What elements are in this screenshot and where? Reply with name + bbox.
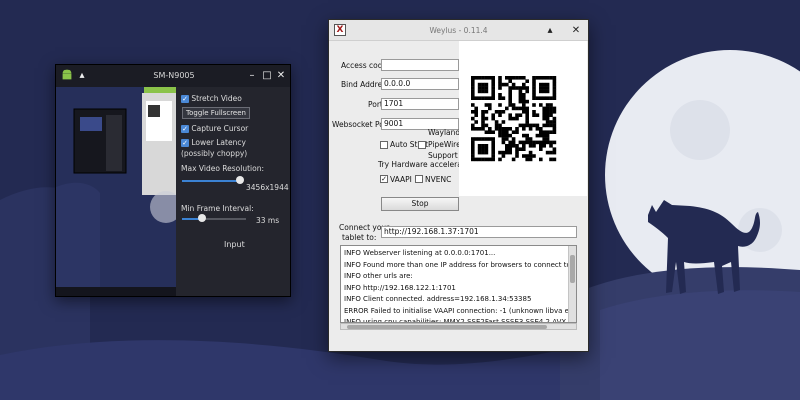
lower-latency-note: (possibly choppy) [181,149,248,158]
checkmark-icon[interactable]: ✓ [181,139,189,147]
stretch-video-option[interactable]: ✓ Stretch Video [181,94,242,103]
toggle-fullscreen-button[interactable]: Toggle Fullscreen [182,107,250,119]
max-resolution-value: 3456x1944 [246,183,289,192]
capture-cursor-option[interactable]: ✓ Capture Cursor [181,124,248,133]
bind-address-field[interactable]: 0.0.0.0 [381,78,459,90]
stop-button[interactable]: Stop [381,197,459,211]
log-line: INFO Client connected. address=192.168.1… [344,295,532,303]
minimize-icon[interactable]: – [246,69,258,82]
min-frame-interval-label: Min Frame Interval: [181,204,254,213]
connect-url-field[interactable]: http://192.168.1.37:1701 [381,226,577,238]
support-label: Support [428,151,458,160]
client-window-titlebar[interactable]: ▴ SM-N9005 – □ ✕ [56,65,290,87]
maximize-icon[interactable]: □ [261,69,273,82]
log-vertical-scrollbar[interactable] [568,246,576,322]
log-line: ERROR Failed to initialise VAAPI connect… [344,306,568,315]
chevron-up-icon[interactable]: ▴ [544,24,556,37]
nvenc-checkbox[interactable] [415,175,423,183]
close-icon[interactable]: ✕ [570,24,582,37]
weylus-titlebar[interactable]: X Weylus - 0.11.4 ▴ ✕ [329,20,588,41]
log-hscroll-thumb[interactable] [347,325,547,329]
nvenc-label: NVENC [425,175,452,184]
log-horizontal-scrollbar[interactable] [340,323,577,330]
wayland-pipewire-checkbox[interactable] [418,141,426,149]
log-lines: INFO Webserver listening at 0.0.0.0:1701… [344,248,568,322]
wayland-label: Wayland/ [428,128,463,137]
client-window-body: ✓ Stretch Video Toggle Fullscreen ✓ Capt… [56,87,290,296]
max-resolution-slider-knob[interactable] [236,176,244,184]
auto-start-checkbox[interactable] [380,141,388,149]
vaapi-label: VAAPI [390,175,412,184]
client-window: ▴ SM-N9005 – □ ✕ ✓ Stretch Video Toggle … [55,64,291,297]
min-frame-interval-track[interactable] [202,218,246,220]
lower-latency-option[interactable]: ✓ Lower Latency [181,138,246,147]
max-resolution-slider[interactable] [182,180,240,182]
checkmark-icon[interactable]: ✓ [181,125,189,133]
qr-code [459,41,587,196]
log-scroll-thumb[interactable] [570,255,575,283]
close-icon[interactable]: ✕ [275,69,287,82]
connect-label-line2: tablet to: [342,233,377,242]
input-button[interactable]: Input [224,240,245,249]
max-resolution-label: Max Video Resolution: [181,164,265,173]
client-settings-panel: ✓ Stretch Video Toggle Fullscreen ✓ Capt… [176,87,290,296]
access-code-field[interactable] [381,59,459,71]
min-frame-interval-value: 33 ms [256,216,280,225]
mirrored-screen[interactable] [56,87,176,287]
log-line: INFO Webserver listening at 0.0.0.0:1701… [344,249,496,257]
vaapi-checkbox[interactable]: ✓ [380,175,388,183]
weylus-window: X Weylus - 0.11.4 ▴ ✕ Access code Bind A… [328,19,589,352]
pipewire-label: PipeWire [428,140,461,149]
log-line: INFO other urls are: [344,272,413,280]
checkmark-icon[interactable]: ✓ [181,95,189,103]
port-field[interactable]: 1701 [381,98,459,110]
log-line: INFO http://192.168.122.1:1701 [344,283,456,292]
min-frame-interval-slider-knob[interactable] [198,214,206,222]
log-line: INFO Found more than one IP address for … [344,260,568,269]
log-output[interactable]: INFO Webserver listening at 0.0.0.0:1701… [340,245,577,323]
